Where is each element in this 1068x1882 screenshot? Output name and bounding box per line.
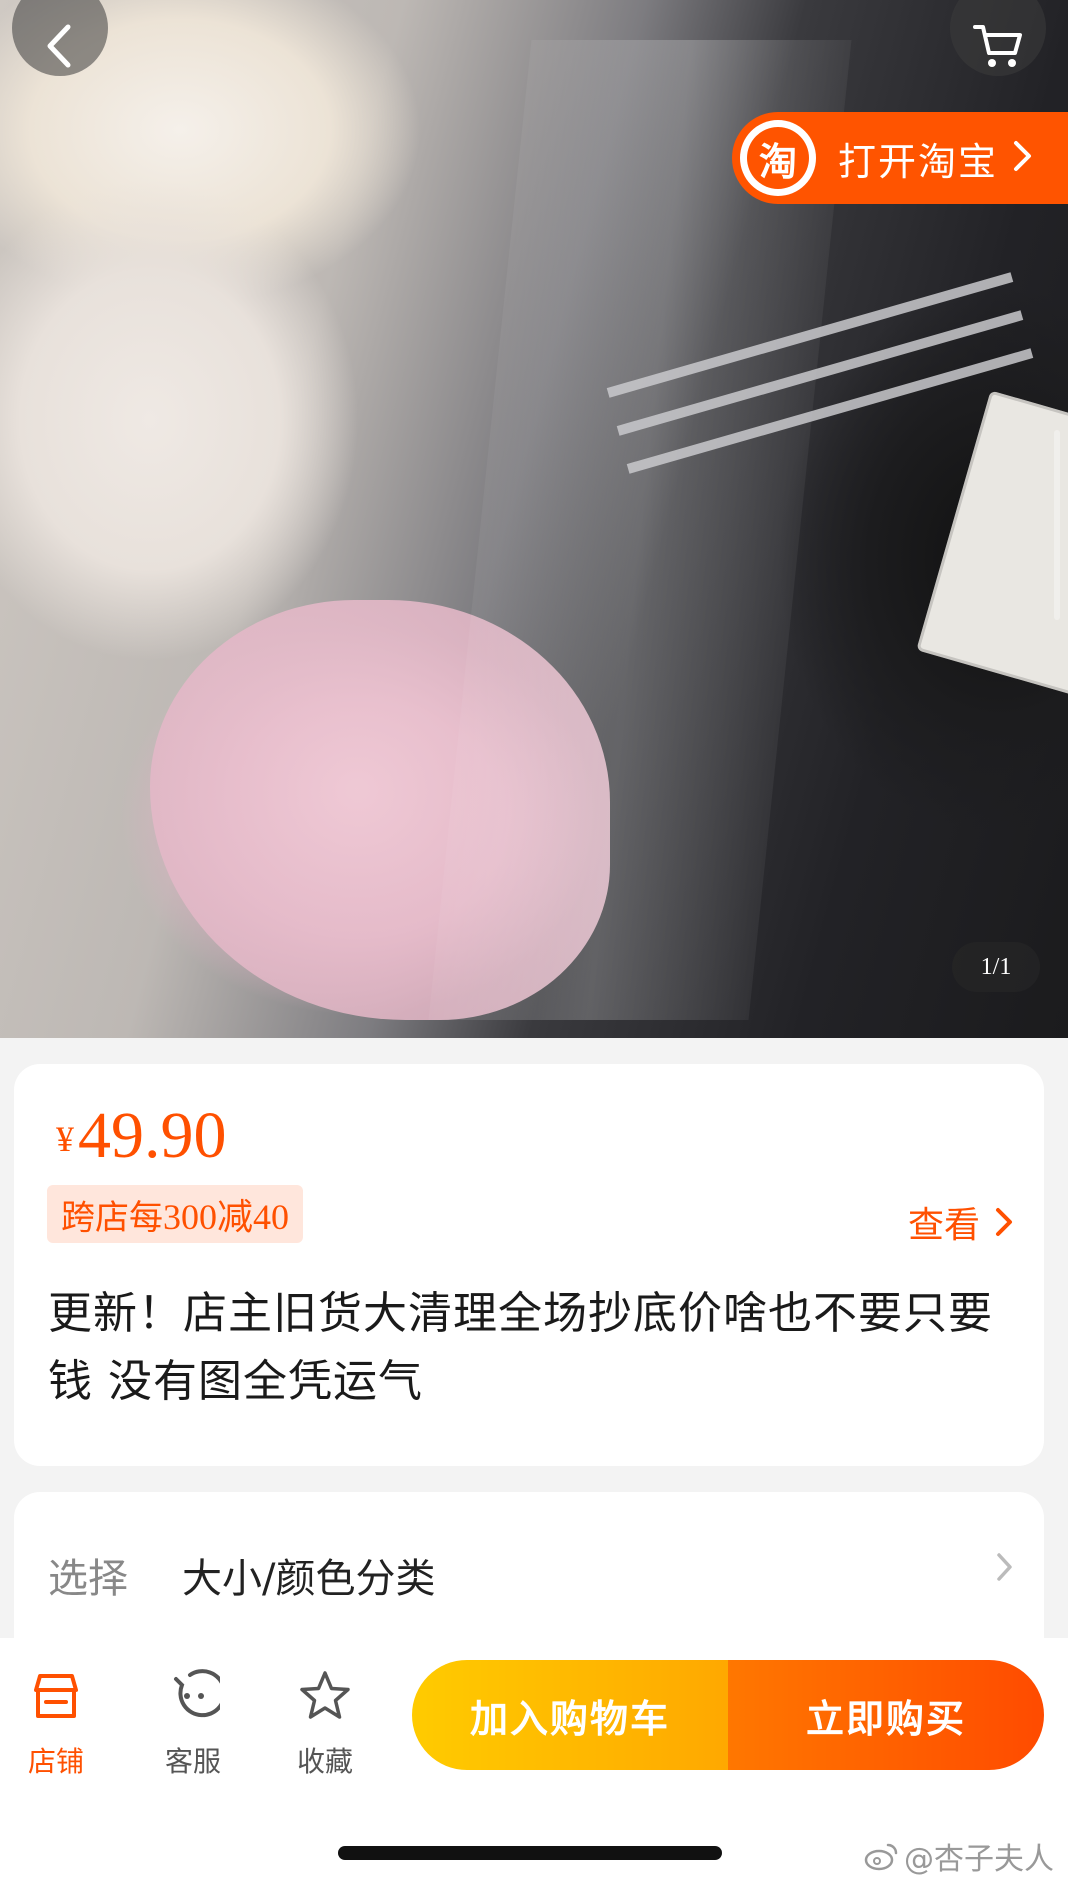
image-scroll-indicator: [1054, 430, 1060, 620]
cart-icon: [971, 21, 1025, 75]
star-icon: [300, 1671, 350, 1719]
chevron-right-icon: [996, 1552, 1014, 1586]
sku-selector-label: 选择: [48, 1556, 128, 1602]
price-card: ¥49.90 跨店每 300减40 查看 更新！店主旧货大清理全场抄底价啥也不要只…: [14, 1064, 1044, 1466]
customer-service-label: 客服: [164, 1745, 221, 1778]
open-taobao-button[interactable]: 淘 打开淘宝: [732, 112, 1068, 204]
open-taobao-label: 打开淘宝: [838, 139, 999, 184]
home-indicator[interactable]: [338, 1846, 722, 1860]
chevron-right-icon: [1012, 139, 1034, 177]
bottom-action-bar: 店铺 客服 收藏 加入购物车 立即购买 @杏子夫人: [0, 1638, 1068, 1882]
chevron-right-icon: [996, 1208, 1012, 1236]
price-amount: 49.90: [78, 1099, 227, 1172]
favorite-button[interactable]: 收藏: [270, 1666, 380, 1780]
customer-service-button[interactable]: 客服: [138, 1666, 248, 1780]
image-counter: 1/1: [952, 942, 1040, 992]
shop-label: 店铺: [27, 1745, 84, 1778]
buy-now-button[interactable]: 立即购买: [728, 1660, 1044, 1770]
promo-prefix: 跨店每: [61, 1197, 163, 1238]
add-to-cart-button[interactable]: 加入购物车: [412, 1660, 728, 1770]
watermark: @杏子夫人: [864, 1834, 1054, 1878]
taobao-logo-icon: 淘: [740, 120, 816, 196]
sku-selector-value: 大小/颜色分类: [182, 1556, 436, 1602]
customer-service-icon: [174, 1669, 220, 1718]
shop-button[interactable]: 店铺: [1, 1666, 111, 1780]
promo-badge[interactable]: 跨店每 300减40: [47, 1185, 304, 1243]
view-promo-label: 查看: [907, 1205, 980, 1246]
image-tag: [916, 390, 1068, 700]
price-currency: ¥: [56, 1119, 74, 1159]
favorite-label: 收藏: [296, 1745, 353, 1778]
product-title: 更新！店主旧货大清理全场抄底价啥也不要只要钱 没有图全凭运气: [48, 1288, 993, 1407]
watermark-text: @杏子夫人: [904, 1842, 1054, 1877]
view-promo-link[interactable]: 查看: [908, 1196, 1014, 1248]
shop-icon: [34, 1674, 78, 1718]
price: ¥49.90: [56, 1098, 227, 1174]
weibo-icon: [864, 1843, 898, 1871]
promo-number: 300减40: [163, 1197, 290, 1237]
back-arrow-icon: [40, 21, 80, 75]
